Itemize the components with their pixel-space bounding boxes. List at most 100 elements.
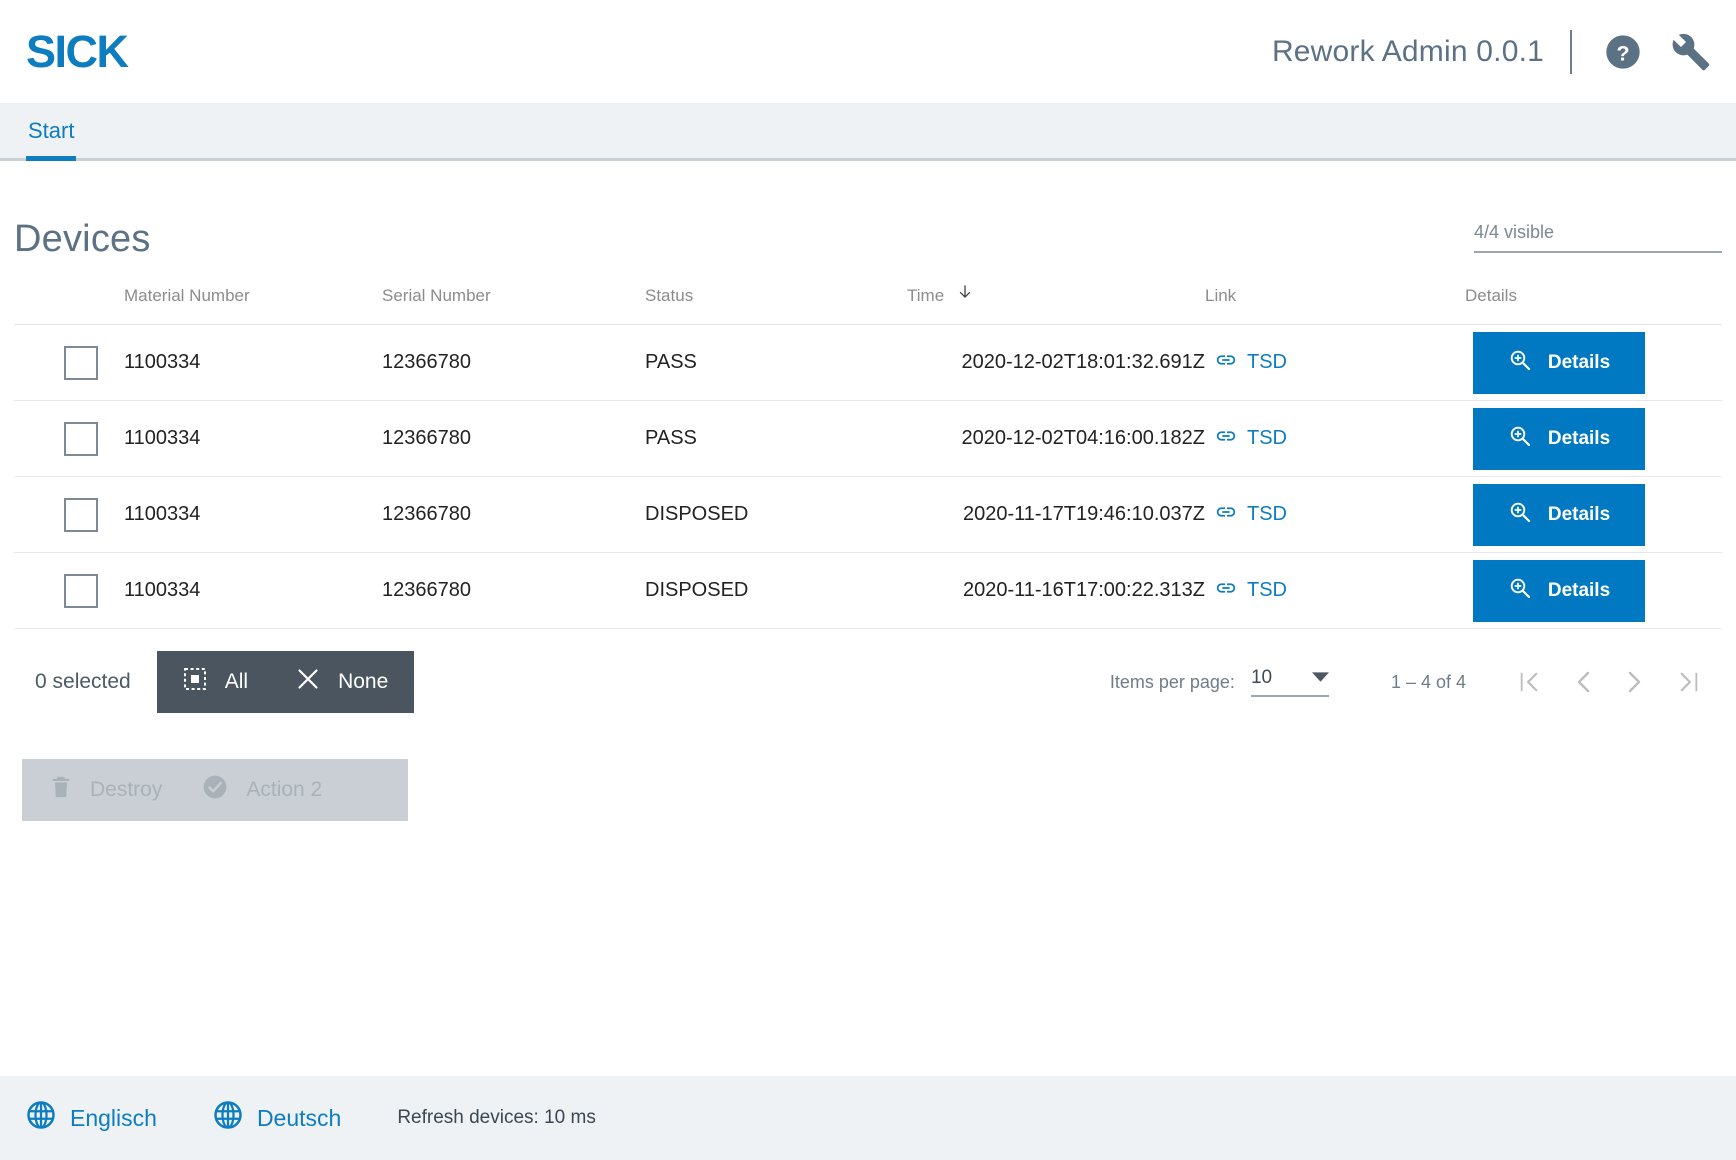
cell-serial-number: 12366780 — [382, 324, 645, 401]
tsd-link[interactable]: TSD — [1215, 349, 1287, 377]
cell-material-number: 1100334 — [124, 476, 382, 553]
page-title: Devices — [14, 218, 151, 260]
cell-material-number: 1100334 — [124, 552, 382, 629]
header-divider — [1570, 29, 1572, 74]
visible-count-value: 4/4 visible — [1474, 222, 1555, 242]
language-german-button[interactable]: Deutsch — [213, 1100, 341, 1136]
column-header-status[interactable]: Status — [645, 283, 907, 325]
select-none-label: None — [338, 670, 389, 693]
select-all-icon — [183, 667, 207, 697]
globe-icon — [213, 1100, 243, 1136]
cell-status: DISPOSED — [645, 476, 907, 553]
page-range-label: 1 – 4 of 4 — [1390, 671, 1466, 692]
tab-start[interactable]: Start — [26, 103, 77, 161]
tsd-link-label: TSD — [1247, 351, 1287, 373]
table-row[interactable]: 1100334 12366780 PASS 2020-12-02T04:16:0… — [14, 400, 1722, 477]
svg-text:?: ? — [1616, 40, 1629, 65]
cell-material-number: 1100334 — [124, 324, 382, 401]
details-button-label: Details — [1547, 427, 1611, 449]
close-icon — [296, 667, 320, 697]
table-row[interactable]: 1100334 12366780 DISPOSED 2020-11-17T19:… — [14, 476, 1722, 553]
last-page-icon[interactable] — [1678, 669, 1700, 695]
link-chain-icon — [1215, 501, 1237, 529]
row-checkbox[interactable] — [64, 497, 98, 532]
table-row[interactable]: 1100334 12366780 DISPOSED 2020-11-16T17:… — [14, 552, 1722, 629]
details-button-label: Details — [1547, 503, 1611, 525]
cell-link: TSD — [1205, 476, 1465, 553]
column-header-material-number[interactable]: Material Number — [124, 283, 382, 325]
tsd-link-label: TSD — [1247, 579, 1287, 601]
app-title: Rework Admin 0.0.1 — [1271, 34, 1544, 68]
row-select-cell — [14, 476, 124, 553]
details-button-label: Details — [1547, 579, 1611, 601]
cell-serial-number: 12366780 — [382, 476, 645, 553]
cell-details: Details — [1465, 324, 1722, 401]
details-button[interactable]: Details — [1473, 331, 1645, 394]
link-chain-icon — [1215, 349, 1237, 377]
column-header-details[interactable]: Details — [1465, 283, 1722, 325]
cell-link: TSD — [1205, 324, 1465, 401]
language-german-label: Deutsch — [256, 1104, 342, 1131]
cell-serial-number: 12366780 — [382, 400, 645, 477]
link-chain-icon — [1215, 425, 1237, 453]
arrow-down-icon — [957, 283, 973, 306]
column-header-serial-number[interactable]: Serial Number — [382, 283, 645, 325]
items-per-page-label: Items per page: — [1109, 671, 1235, 692]
row-select-cell — [14, 552, 124, 629]
tsd-link[interactable]: TSD — [1215, 577, 1287, 605]
tsd-link-label: TSD — [1247, 427, 1287, 449]
bulk-actions-bar: Destroy Action 2 — [22, 759, 408, 821]
selection-and-paginator-row: 0 selected All None Items per page: 10 1… — [14, 651, 1722, 713]
first-page-icon[interactable] — [1518, 669, 1540, 695]
wrench-icon[interactable] — [1668, 29, 1714, 75]
details-button[interactable]: Details — [1473, 407, 1645, 470]
main-content: Devices 4/4 visible Material Number Seri… — [0, 161, 1736, 821]
column-header-time[interactable]: Time — [907, 283, 1205, 325]
header-right-group: Rework Admin 0.0.1 ? — [1272, 29, 1714, 75]
tsd-link[interactable]: TSD — [1215, 501, 1287, 529]
items-per-page-select[interactable]: 10 — [1250, 667, 1329, 697]
details-button-label: Details — [1547, 351, 1611, 373]
refresh-interval-label: Refresh devices: 10 ms — [397, 1107, 596, 1128]
next-page-icon[interactable] — [1626, 669, 1644, 695]
table-row[interactable]: 1100334 12366780 PASS 2020-12-02T18:01:3… — [14, 324, 1722, 401]
row-checkbox[interactable] — [64, 573, 98, 608]
select-none-button[interactable]: None — [296, 667, 388, 697]
cell-time: 2020-11-17T19:46:10.037Z — [907, 476, 1205, 553]
pagination-buttons — [1518, 669, 1700, 695]
help-circle-icon[interactable]: ? — [1600, 29, 1646, 75]
cell-serial-number: 12366780 — [382, 552, 645, 629]
selected-count-label: 0 selected — [35, 670, 131, 693]
destroy-button[interactable]: Destroy — [50, 775, 162, 805]
tsd-link-label: TSD — [1247, 503, 1287, 525]
action-2-button[interactable]: Action 2 — [202, 774, 322, 806]
zoom-in-icon — [1508, 348, 1532, 378]
tab-bar: Start — [0, 103, 1736, 161]
details-button[interactable]: Details — [1473, 559, 1645, 622]
column-header-link[interactable]: Link — [1205, 283, 1465, 325]
action-2-button-label: Action 2 — [246, 778, 323, 801]
details-button[interactable]: Details — [1473, 483, 1645, 546]
row-checkbox[interactable] — [64, 345, 98, 380]
select-all-label: All — [224, 670, 249, 693]
cell-status: PASS — [645, 324, 907, 401]
column-header-time-label: Time — [907, 286, 945, 305]
zoom-in-icon — [1508, 576, 1532, 606]
previous-page-icon[interactable] — [1574, 669, 1592, 695]
visible-count-field[interactable]: 4/4 visible — [1474, 222, 1722, 253]
tsd-link[interactable]: TSD — [1215, 425, 1287, 453]
table-body: 1100334 12366780 PASS 2020-12-02T18:01:3… — [14, 324, 1722, 629]
zoom-in-icon — [1508, 424, 1532, 454]
cell-material-number: 1100334 — [124, 400, 382, 477]
select-all-button[interactable]: All — [183, 667, 248, 697]
cell-details: Details — [1465, 400, 1722, 477]
language-english-button[interactable]: Englisch — [26, 1100, 157, 1136]
row-checkbox[interactable] — [64, 421, 98, 456]
cell-time: 2020-12-02T18:01:32.691Z — [907, 324, 1205, 401]
devices-table: Material Number Serial Number Status Tim… — [14, 283, 1722, 629]
cell-link: TSD — [1205, 552, 1465, 629]
cell-time: 2020-12-02T04:16:00.182Z — [907, 400, 1205, 477]
cell-status: DISPOSED — [645, 552, 907, 629]
page-header: Devices 4/4 visible — [14, 161, 1722, 261]
check-circle-icon — [202, 774, 228, 806]
